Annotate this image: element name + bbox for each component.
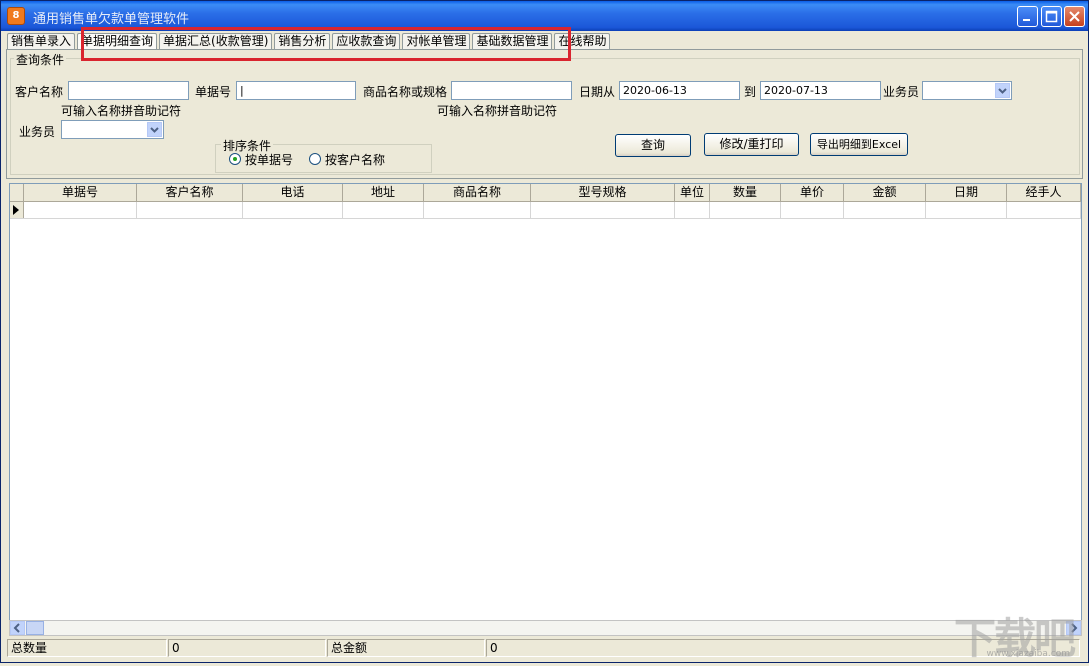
col-model[interactable]: 型号规格: [531, 184, 675, 201]
minimize-button[interactable]: [1017, 6, 1038, 27]
row-indicator: [10, 202, 24, 218]
salesman-label-1: 业务员: [883, 83, 919, 100]
total-amount-label: 总金额: [327, 639, 485, 657]
product-label: 商品名称或规格: [363, 83, 447, 100]
maximize-button[interactable]: [1041, 6, 1062, 27]
cell[interactable]: [781, 202, 844, 218]
cell[interactable]: [675, 202, 710, 218]
scroll-left-button[interactable]: [10, 621, 25, 635]
chevron-down-icon: [148, 123, 161, 136]
sort-by-doc-no-radio[interactable]: [229, 153, 241, 165]
tab-doc-detail-query[interactable]: 单据明细查询: [77, 33, 157, 50]
grid-header: 单据号 客户名称 电话 地址 商品名称 型号规格 单位 数量 单价 金额 日期 …: [10, 184, 1081, 202]
cell[interactable]: [710, 202, 781, 218]
tab-sales-entry[interactable]: 销售单录入: [7, 33, 75, 49]
dropdown-button[interactable]: [147, 122, 162, 137]
doc-no-input[interactable]: |: [236, 81, 356, 100]
sort-by-customer-label[interactable]: 按客户名称: [325, 151, 385, 168]
date-from-label: 日期从: [579, 83, 615, 100]
scroll-thumb[interactable]: [26, 621, 44, 635]
product-hint: 可输入名称拼音助记符: [437, 102, 557, 119]
salesman-label-2: 业务员: [19, 123, 55, 140]
table-row[interactable]: [10, 202, 1081, 219]
cell[interactable]: [844, 202, 926, 218]
window-title: 通用销售单欠款单管理软件: [33, 8, 189, 27]
horizontal-scrollbar[interactable]: [9, 620, 1082, 636]
header-corner: [10, 184, 24, 201]
query-group-title: 查询条件: [14, 51, 66, 68]
minimize-icon: [1018, 7, 1037, 26]
date-to-label: 到: [744, 83, 756, 100]
col-price[interactable]: 单价: [781, 184, 844, 201]
cell[interactable]: [424, 202, 531, 218]
radio-dot: [233, 157, 237, 161]
cell[interactable]: [343, 202, 424, 218]
col-address[interactable]: 地址: [343, 184, 424, 201]
salesman-select-2[interactable]: [61, 120, 164, 139]
col-qty[interactable]: 数量: [710, 184, 781, 201]
tab-online-help[interactable]: 在线帮助: [554, 33, 610, 49]
col-customer[interactable]: 客户名称: [137, 184, 243, 201]
sort-by-customer-radio[interactable]: [309, 153, 321, 165]
total-qty-label: 总数量: [7, 639, 167, 657]
salesman-select-1[interactable]: [922, 81, 1012, 100]
col-phone[interactable]: 电话: [243, 184, 343, 201]
cell[interactable]: [24, 202, 137, 218]
total-qty-value: 0: [168, 639, 326, 657]
doc-no-label: 单据号: [195, 83, 231, 100]
export-excel-button[interactable]: 导出明细到Excel: [810, 133, 908, 156]
title-bar[interactable]: 8 通用销售单欠款单管理软件: [1, 1, 1088, 31]
tab-sales-analysis[interactable]: 销售分析: [274, 33, 330, 49]
maximize-icon: [1042, 7, 1061, 26]
app-window: 8 通用销售单欠款单管理软件 销售单录入 单据明细查询 单据汇总(收款管理) 销…: [0, 0, 1089, 663]
watermark-url: www.xiazaiba.com: [986, 649, 1070, 659]
col-doc-no[interactable]: 单据号: [24, 184, 137, 201]
cell[interactable]: [243, 202, 343, 218]
col-unit[interactable]: 单位: [675, 184, 710, 201]
sort-by-doc-no-label[interactable]: 按单据号: [245, 151, 293, 168]
cell[interactable]: [1007, 202, 1081, 218]
close-icon: [1065, 7, 1084, 26]
tab-statement[interactable]: 对帐单管理: [402, 33, 470, 49]
col-amount[interactable]: 金额: [844, 184, 926, 201]
detail-grid[interactable]: 单据号 客户名称 电话 地址 商品名称 型号规格 单位 数量 单价 金额 日期 …: [9, 183, 1082, 635]
tab-base-data[interactable]: 基础数据管理: [472, 33, 552, 49]
col-date[interactable]: 日期: [926, 184, 1007, 201]
customer-input[interactable]: [68, 81, 189, 100]
date-from-input[interactable]: 2020-06-13: [619, 81, 740, 100]
tab-receivable-query[interactable]: 应收款查询: [332, 33, 400, 49]
col-handler[interactable]: 经手人: [1007, 184, 1081, 201]
query-button[interactable]: 查询: [615, 134, 691, 157]
dropdown-button[interactable]: [995, 83, 1010, 98]
col-product[interactable]: 商品名称: [424, 184, 531, 201]
customer-hint: 可输入名称拼音助记符: [61, 102, 181, 119]
product-input[interactable]: [451, 81, 572, 100]
app-icon: 8: [7, 7, 25, 25]
customer-label: 客户名称: [15, 83, 63, 100]
row-pointer-icon: [13, 205, 19, 215]
close-button[interactable]: [1064, 6, 1085, 27]
chevron-down-icon: [996, 84, 1009, 97]
chevron-left-icon: [11, 622, 24, 634]
cell[interactable]: [137, 202, 243, 218]
tab-doc-summary[interactable]: 单据汇总(收款管理): [159, 33, 272, 49]
date-to-input[interactable]: 2020-07-13: [760, 81, 881, 100]
edit-reprint-button[interactable]: 修改/重打印: [704, 133, 799, 156]
cell[interactable]: [531, 202, 675, 218]
tab-strip: 销售单录入 单据明细查询 单据汇总(收款管理) 销售分析 应收款查询 对帐单管理…: [7, 33, 612, 50]
status-bar: 总数量 0 总金额 0: [7, 639, 1083, 657]
cell[interactable]: [926, 202, 1007, 218]
